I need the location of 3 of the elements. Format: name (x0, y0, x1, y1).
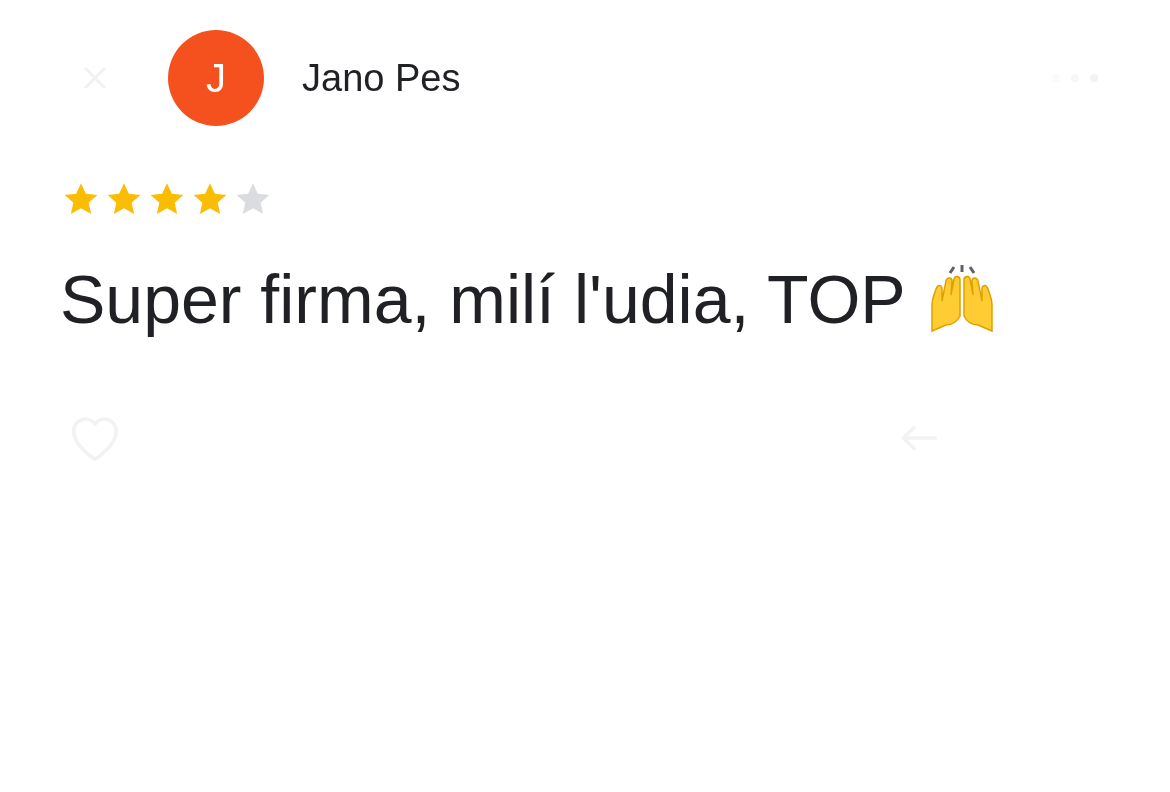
author-name: Jano Pes (302, 55, 461, 101)
review-text: Super firma, milí l'udia, TOP (60, 260, 906, 339)
avatar: J (168, 30, 264, 126)
